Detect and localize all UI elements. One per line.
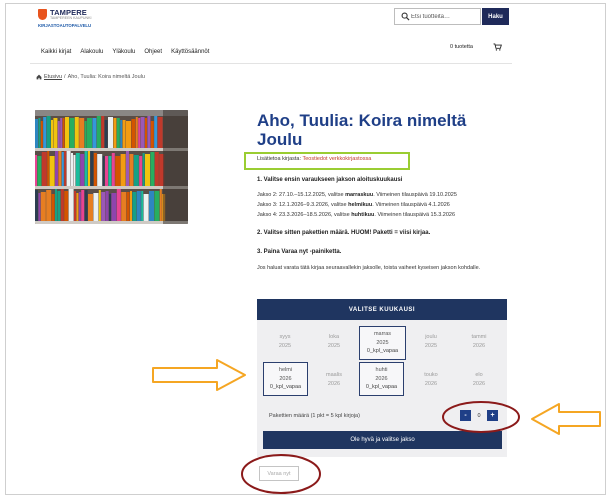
main-nav: Kaikki kirjat Alakoulu Yläkoulu Ohjeet K… <box>41 49 209 55</box>
search-field[interactable] <box>394 8 481 25</box>
breadcrumb: Etusivu / Aho, Tuulia: Koira nimeltä Jou… <box>36 74 145 80</box>
cart-icon[interactable] <box>493 43 502 51</box>
nav-item-kayttosaannot[interactable]: Käyttösäännöt <box>171 49 209 55</box>
quantity-increase-button[interactable]: + <box>487 410 498 421</box>
library-info-label: Lisätietoa kirjasta: <box>257 156 302 162</box>
month-panel-header: VALITSE KUUKAUSI <box>257 299 507 320</box>
period-item: Jakso 4: 23.3.2026–18.5.2026, valitse hu… <box>257 211 456 218</box>
month-option-huhti[interactable]: huhti 2026 0_kpl_vapaa <box>359 362 404 396</box>
month-option-helmi[interactable]: helmi 2026 0_kpl_vapaa <box>263 362 308 396</box>
step1-heading: 1. Valitse ensin varaukseen jakson aloit… <box>257 177 403 183</box>
nav-item-ohjeet[interactable]: Ohjeet <box>144 49 162 55</box>
library-info-link[interactable]: Teostiedot verkkokirjastossa <box>302 156 371 162</box>
month-option-tammi: tammi 2026 <box>471 334 487 349</box>
month-option-joulu: joulu 2025 <box>424 334 438 349</box>
month-option-elo: elo 2026 <box>472 372 486 387</box>
search-button[interactable]: Haku <box>482 8 509 25</box>
month-option-loka: loka 2025 <box>327 334 341 349</box>
month-option-touko: touko 2026 <box>424 372 438 387</box>
search-input[interactable] <box>411 10 479 23</box>
logo-service-name[interactable]: KIRJASTOAUTOPALVELU <box>38 23 91 28</box>
reserve-now-button[interactable]: Varaa nyt <box>259 466 299 481</box>
step2-heading: 2. Valitse sitten pakettien määrä. HUOM!… <box>257 230 431 236</box>
nav-item-ylakoulu[interactable]: Yläkoulu <box>112 49 135 55</box>
search-icon <box>401 12 410 21</box>
month-option-maalis: maalis 2026 <box>326 372 342 387</box>
period-list: Jakso 2: 27.10.–15.12.2025, valitse marr… <box>257 191 507 220</box>
product-image <box>35 110 188 224</box>
breadcrumb-home[interactable]: Etusivu <box>44 74 62 80</box>
nav-item-alakoulu[interactable]: Alakoulu <box>80 49 103 55</box>
library-info: Lisätietoa kirjasta: Teostiedot verkkoki… <box>257 156 371 162</box>
cart-count[interactable]: 0 tuotetta <box>450 44 473 50</box>
breadcrumb-current: Aho, Tuulia: Koira nimeltä Joulu <box>67 74 145 80</box>
product-title: Aho, Tuulia: Koira nimeltä Joulu <box>257 111 467 149</box>
breadcrumb-separator: / <box>64 74 66 80</box>
select-period-button[interactable]: Ole hyvä ja valitse jakso <box>263 431 502 449</box>
header-divider <box>30 63 512 64</box>
month-option-marras[interactable]: marras 2025 0_kpl_vapaa <box>359 326 406 360</box>
repeat-note: Jos haluat varata tätä kirjaa seuraavall… <box>257 265 481 271</box>
step3-heading: 3. Paina Varaa nyt -painiketta. <box>257 249 342 255</box>
logo-icon[interactable] <box>38 9 47 20</box>
home-icon <box>36 74 42 80</box>
logo-subtitle: TAMPEREEN KAUPUNKI <box>50 16 92 20</box>
period-item: Jakso 3: 12.1.2026–9.3.2026, valitse hel… <box>257 201 450 208</box>
period-item: Jakso 2: 27.10.–15.12.2025, valitse marr… <box>257 192 457 198</box>
package-quantity-label: Pakettien määrä (1 pkt = 5 kpl kirjoja) <box>269 413 360 419</box>
nav-item-kaikki-kirjat[interactable]: Kaikki kirjat <box>41 49 71 55</box>
month-option-syys: syys 2025 <box>278 334 292 349</box>
quantity-decrease-button[interactable]: - <box>460 410 471 421</box>
quantity-value[interactable]: 0 <box>474 410 484 421</box>
